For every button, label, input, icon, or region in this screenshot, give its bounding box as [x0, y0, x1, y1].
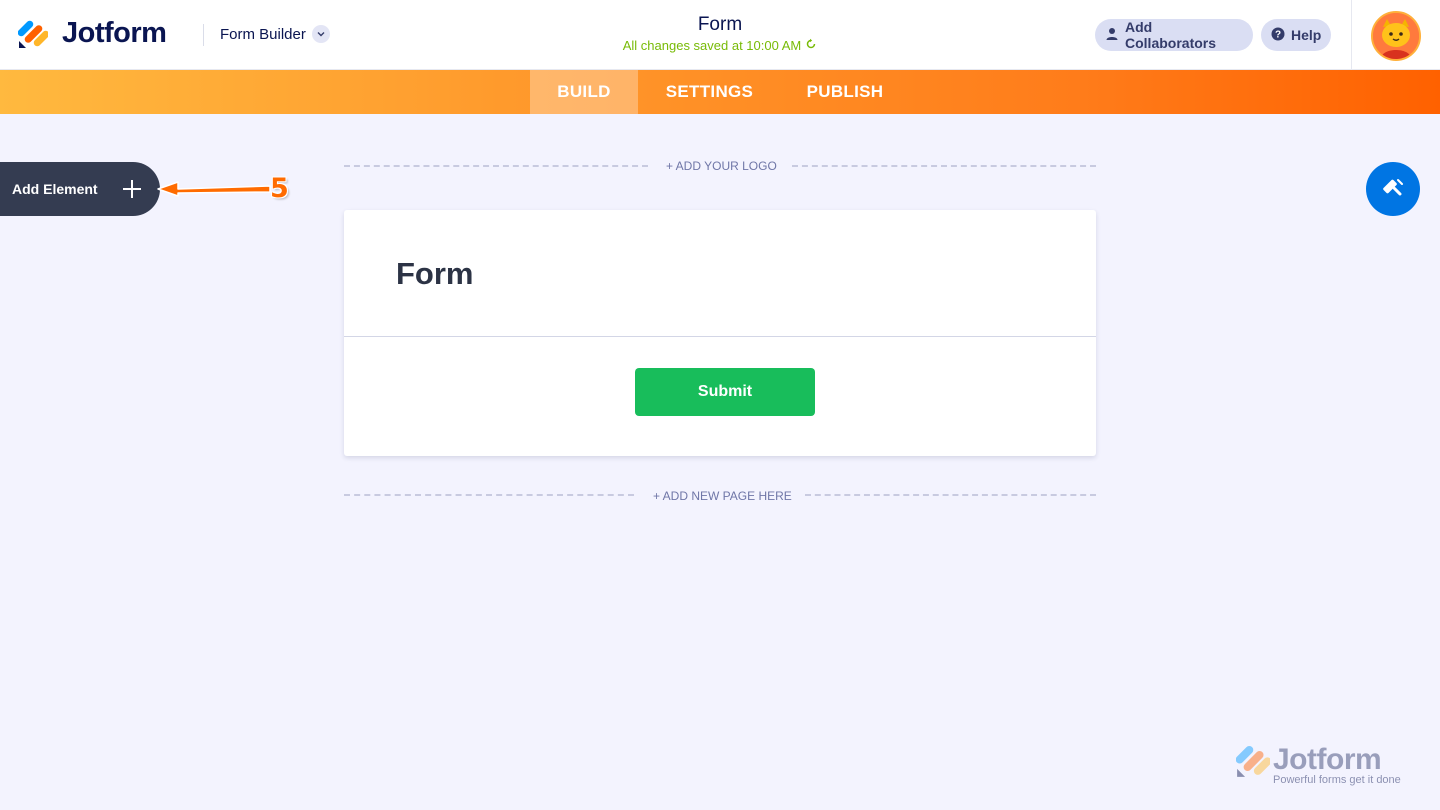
- builder-tabs: BUILD SETTINGS PUBLISH: [0, 70, 1440, 114]
- top-header: Jotform Form Builder Form All changes sa…: [0, 0, 1440, 70]
- form-designer-button[interactable]: [1366, 162, 1420, 216]
- chevron-down-icon: [311, 25, 330, 43]
- jotform-logo[interactable]: Jotform: [17, 17, 167, 50]
- watermark-tagline: Powerful forms get it done: [1273, 774, 1401, 786]
- watermark-brand: Jotform: [1273, 743, 1382, 776]
- add-element-button[interactable]: Add Element: [0, 162, 160, 216]
- page-dashed-line-left: [344, 494, 634, 496]
- page-dashed-line-right: [805, 494, 1096, 496]
- save-status-text: All changes saved at 10:00 AM: [622, 38, 802, 53]
- add-collaborators-button[interactable]: Add Collaborators: [1095, 19, 1253, 51]
- annotation-arrow-icon: [157, 181, 271, 197]
- annotation-step-number: 5: [270, 173, 289, 204]
- builder-label: Form Builder: [220, 25, 306, 43]
- brand-name: Jotform: [62, 17, 167, 49]
- add-logo-link[interactable]: + ADD YOUR LOGO: [666, 159, 777, 173]
- form-heading[interactable]: Form: [396, 256, 474, 292]
- card-divider: [344, 336, 1096, 337]
- plus-icon: [122, 179, 142, 199]
- form-title[interactable]: Form: [520, 14, 920, 36]
- paint-roller-icon: [1380, 174, 1406, 205]
- tab-settings[interactable]: SETTINGS: [638, 70, 781, 114]
- refresh-icon[interactable]: [805, 38, 817, 53]
- user-icon: [1105, 27, 1119, 44]
- submit-button[interactable]: Submit: [635, 368, 815, 416]
- add-element-label: Add Element: [12, 181, 98, 197]
- tab-publish[interactable]: PUBLISH: [781, 70, 909, 114]
- builder-switcher[interactable]: Form Builder: [220, 25, 330, 43]
- question-icon: ?: [1271, 27, 1285, 44]
- header-separator: [1351, 0, 1352, 70]
- tab-build[interactable]: BUILD: [530, 70, 638, 114]
- help-label: Help: [1291, 27, 1322, 43]
- logo-dashed-line-right: [792, 165, 1096, 167]
- save-status: All changes saved at 10:00 AM: [520, 38, 920, 53]
- watermark-logo-icon: [1235, 744, 1272, 783]
- form-title-area: Form All changes saved at 10:00 AM: [520, 14, 920, 53]
- add-collaborators-label: Add Collaborators: [1125, 19, 1217, 51]
- jotform-logo-icon: [17, 19, 50, 49]
- logo-dashed-line-left: [344, 165, 648, 167]
- avatar[interactable]: [1371, 11, 1421, 61]
- jotform-watermark: Jotform Powerful forms get it done: [1235, 743, 1406, 788]
- header-divider: [203, 24, 204, 46]
- svg-text:?: ?: [1275, 29, 1281, 40]
- form-card: Form Submit: [344, 210, 1096, 456]
- help-button[interactable]: ? Help: [1261, 19, 1331, 51]
- add-new-page-link[interactable]: + ADD NEW PAGE HERE: [653, 489, 792, 503]
